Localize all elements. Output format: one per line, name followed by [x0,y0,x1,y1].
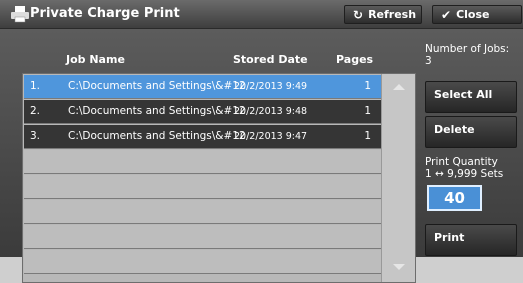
empty-row [24,150,381,174]
quantity-range: 1 ↔ 9,999 Sets [425,168,504,180]
print-button[interactable]: Print [425,224,517,256]
jobs-count: 3 [425,55,432,67]
scroll-up-icon[interactable] [393,84,405,90]
stored-date: 20/2/2013 9:49 [234,81,308,92]
page-count: 1 [364,105,371,117]
close-label: Close [456,8,490,21]
page-count: 1 [364,80,371,92]
table-row[interactable]: 1. C:\Documents and Settings\&#12 20/2/2… [24,75,381,99]
title-bar: Private Charge Print ↻ Refresh ✔ Close [0,0,523,29]
refresh-button[interactable]: ↻ Refresh [344,5,422,24]
delete-button[interactable]: Delete [425,116,517,148]
empty-row [24,175,381,199]
main-panel: Job Name Stored Date Pages 1. C:\Documen… [0,29,523,283]
print-quantity-label: Print Quantity 1 ↔ 9,999 Sets [425,156,503,180]
refresh-icon: ↻ [353,7,364,22]
quantity-field[interactable]: 40 [427,185,482,211]
close-button[interactable]: ✔ Close [432,5,522,24]
table-row[interactable]: 3. C:\Documents and Settings\&#12 20/2/2… [24,125,381,149]
page-title: Private Charge Print [30,6,180,21]
stored-date: 20/2/2013 9:47 [234,131,308,142]
row-number: 2. [30,105,41,117]
jobs-label-text: Number of Jobs: [425,43,510,55]
checkmark-icon: ✔ [441,7,452,22]
stored-date: 20/2/2013 9:48 [234,106,308,117]
job-name: C:\Documents and Settings\&#12 [68,130,246,142]
job-name: C:\Documents and Settings\&#12 [68,80,246,92]
printer-icon [11,6,29,23]
row-number: 3. [30,130,41,142]
column-header-stored-date: Stored Date [233,53,308,66]
column-header-job-name: Job Name [66,53,125,66]
row-number: 1. [30,80,41,92]
select-all-button[interactable]: Select All [425,81,517,113]
scrollbar[interactable] [381,74,415,282]
scroll-down-icon[interactable] [393,264,405,270]
refresh-label: Refresh [368,8,417,21]
table-row[interactable]: 2. C:\Documents and Settings\&#12 20/2/2… [24,100,381,124]
job-list: 1. C:\Documents and Settings\&#12 20/2/2… [22,73,416,283]
job-name: C:\Documents and Settings\&#12 [68,105,246,117]
column-header-pages: Pages [336,53,374,66]
empty-row [24,250,381,274]
page-count: 1 [364,130,371,142]
empty-row [24,225,381,249]
number-of-jobs-label: Number of Jobs: 3 [425,43,509,67]
quantity-label-text: Print Quantity [425,156,498,168]
empty-row [24,200,381,224]
